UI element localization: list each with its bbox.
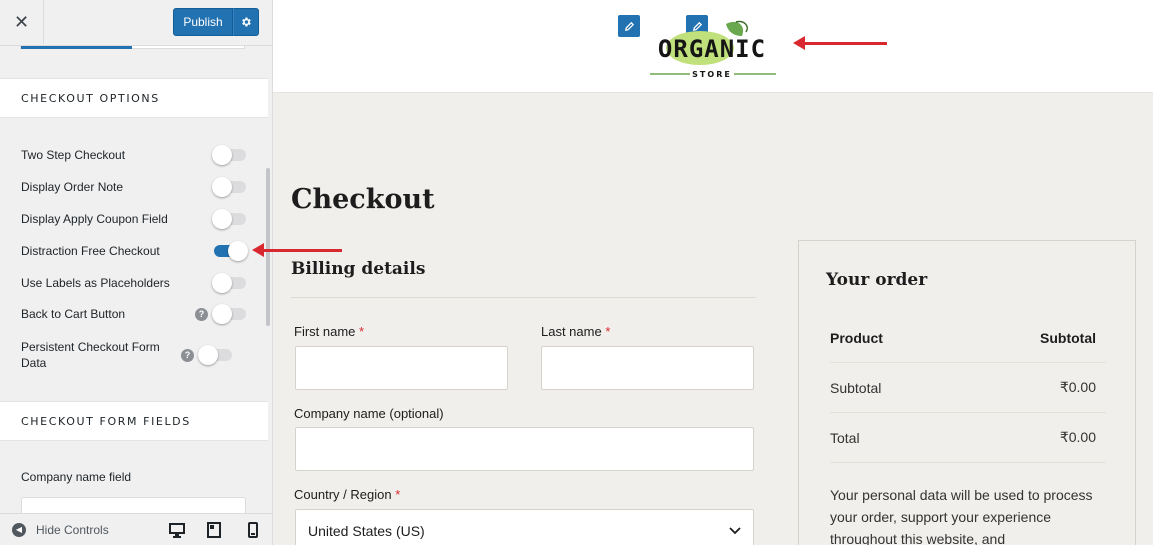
privacy-policy-text: Your personal data will be used to proce… (830, 487, 1093, 545)
collapse-arrow-icon: ◀ (12, 522, 26, 537)
billing-details-heading: Billing details (291, 259, 426, 279)
required-mark: * (395, 487, 401, 502)
subtotal-row: Subtotal ₹0.00 (830, 363, 1106, 413)
desktop-icon[interactable] (168, 521, 186, 539)
back-to-cart-toggle[interactable] (212, 304, 246, 324)
site-header: ORGANIC STORE (273, 0, 1153, 93)
option-back-to-cart-button: Back to Cart Button ? (21, 304, 251, 324)
option-label: Two Step Checkout (21, 148, 126, 162)
active-tab-indicator (21, 46, 132, 49)
option-label: Use Labels as Placeholders (21, 276, 170, 290)
sidebar-scrollbar[interactable] (266, 168, 270, 326)
option-distraction-free-checkout: Distraction Free Checkout (21, 241, 251, 261)
toggle-knob (212, 304, 232, 324)
checkout-form-fields-heading: CHECKOUT FORM FIELDS (0, 401, 268, 441)
logo-sub-text: STORE (692, 70, 732, 78)
publish-button[interactable]: Publish (173, 8, 233, 36)
company-name-label-text: Company name (optional) (294, 406, 444, 421)
last-name-label-text: Last name (541, 324, 602, 339)
persistent-checkout-data-toggle[interactable] (198, 345, 232, 365)
option-label: Back to Cart Button (21, 307, 126, 321)
use-labels-as-placeholders-toggle[interactable] (212, 273, 246, 293)
option-label: Display Order Note (21, 180, 124, 194)
company-name-label: Company name (optional) (294, 406, 444, 421)
help-icon[interactable]: ? (181, 348, 194, 362)
toggle-knob (198, 345, 218, 365)
toggle-knob (212, 177, 232, 197)
order-review-box: Your order Product Subtotal Subtotal ₹0.… (798, 240, 1136, 545)
option-use-labels-as-placeholders: Use Labels as Placeholders (21, 273, 251, 293)
customizer-sidebar: ✕ Publish CHECKOUT OPTIONS Two Step Chec… (0, 0, 273, 545)
company-name-field-label: Company name field (21, 470, 132, 484)
sidebar-header: ✕ Publish (0, 0, 272, 46)
option-persistent-checkout-data: Persistent Checkout Form Data ? (21, 339, 251, 371)
product-column-header: Product (830, 329, 883, 346)
subtotal-column-header: Subtotal (1040, 329, 1096, 346)
total-value: ₹0.00 (1059, 429, 1096, 445)
order-title: Your order (826, 270, 928, 290)
annotation-arrow-logo (793, 36, 887, 50)
sidebar-footer: ◀ Hide Controls (0, 513, 272, 545)
publish-group: Publish (173, 8, 259, 36)
help-icon[interactable]: ? (195, 307, 208, 321)
page-title: Checkout (291, 184, 435, 215)
option-label: Display Apply Coupon Field (21, 212, 168, 226)
close-icon: ✕ (13, 11, 30, 33)
logo-main-text: ORGANIC (658, 35, 766, 63)
option-display-apply-coupon: Display Apply Coupon Field (21, 209, 251, 229)
total-label: Total (830, 429, 860, 446)
first-name-input[interactable] (295, 346, 508, 390)
tablet-icon[interactable] (205, 521, 223, 539)
subtotal-value: ₹0.00 (1059, 379, 1096, 395)
toggle-knob (212, 145, 232, 165)
required-mark: * (605, 324, 611, 339)
chevron-down-icon (729, 527, 741, 535)
option-label: Distraction Free Checkout (21, 244, 160, 258)
section-tab-strip[interactable] (20, 46, 245, 49)
close-button[interactable]: ✕ (0, 0, 44, 44)
company-name-input[interactable] (295, 427, 754, 471)
first-name-label-text: First name (294, 324, 356, 339)
site-logo[interactable]: ORGANIC STORE (642, 14, 782, 79)
checkout-options-heading: CHECKOUT OPTIONS (0, 78, 268, 118)
display-apply-coupon-toggle[interactable] (212, 209, 246, 229)
hide-controls-label: Hide Controls (36, 522, 109, 537)
billing-divider (291, 297, 756, 298)
last-name-label: Last name * (541, 324, 610, 339)
option-two-step-checkout: Two Step Checkout (21, 145, 251, 165)
toggle-knob (212, 273, 232, 293)
required-mark: * (359, 324, 365, 339)
gear-icon (242, 17, 251, 27)
option-display-order-note: Display Order Note (21, 177, 251, 197)
publish-settings-button[interactable] (233, 8, 259, 36)
option-label: Persistent Checkout Form Data (21, 340, 160, 370)
country-label: Country / Region * (294, 487, 400, 502)
toggle-knob (228, 241, 248, 261)
annotation-arrow-toggle (252, 243, 342, 257)
hide-controls-button[interactable]: ◀ Hide Controls (12, 522, 109, 537)
total-row: Total ₹0.00 (830, 413, 1106, 463)
pencil-icon (624, 21, 634, 31)
country-label-text: Country / Region (294, 487, 392, 502)
distraction-free-checkout-toggle[interactable] (214, 241, 248, 261)
display-order-note-toggle[interactable] (212, 177, 246, 197)
order-table-header: Product Subtotal (830, 313, 1106, 363)
first-name-label: First name * (294, 324, 364, 339)
country-select-value: United States (US) (308, 523, 425, 539)
subtotal-label: Subtotal (830, 379, 882, 396)
country-select[interactable]: United States (US) (295, 509, 754, 545)
last-name-input[interactable] (541, 346, 754, 390)
toggle-knob (212, 209, 232, 229)
mobile-icon[interactable] (244, 521, 262, 539)
two-step-checkout-toggle[interactable] (212, 145, 246, 165)
edit-shortcut-button[interactable] (618, 15, 640, 37)
